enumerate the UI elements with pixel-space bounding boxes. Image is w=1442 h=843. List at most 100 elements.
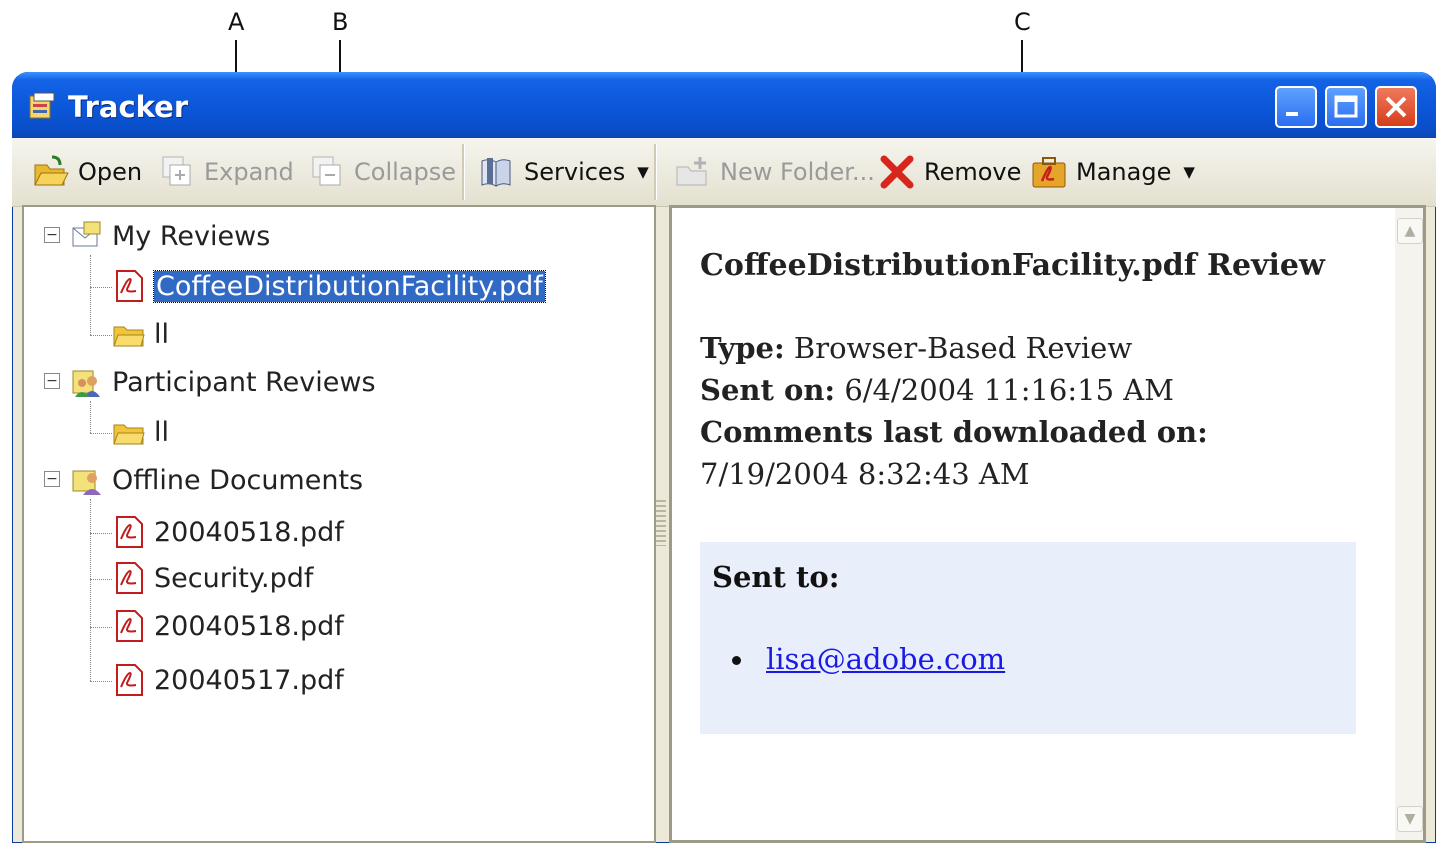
sent-on-value: 6/4/2004 11:16:15 AM xyxy=(844,373,1174,407)
tree-connector xyxy=(90,287,112,288)
tracker-tree-pane[interactable]: − My Reviews CoffeeDistributionFacility.… xyxy=(22,205,656,843)
tree-connector xyxy=(90,401,91,433)
manage-label: Manage xyxy=(1076,158,1172,186)
new-folder-button[interactable]: New Folder... xyxy=(674,138,875,206)
tree-node-pdf[interactable]: 20040518.pdf xyxy=(112,515,344,549)
my-reviews-icon xyxy=(72,221,101,247)
close-icon xyxy=(1385,96,1407,118)
callout-b: B xyxy=(332,8,349,36)
maximize-icon xyxy=(1334,95,1358,118)
tree-connector xyxy=(90,627,112,628)
offline-documents-collapse-toggle[interactable]: − xyxy=(44,471,60,487)
my-reviews-collapse-toggle[interactable]: − xyxy=(44,227,60,243)
tree-node-folder[interactable]: ll xyxy=(112,317,169,351)
tree-node-label: CoffeeDistributionFacility.pdf xyxy=(153,269,546,303)
tree-node-label: 20040518.pdf xyxy=(154,516,344,548)
tree-node-pdf[interactable]: 20040518.pdf xyxy=(112,609,344,643)
review-details-pane: CoffeeDistributionFacility.pdf Review Ty… xyxy=(669,205,1426,843)
new-folder-icon xyxy=(676,157,707,186)
review-comments-downloaded: Comments last downloaded on: 7/19/2004 8… xyxy=(700,411,1360,495)
folder-icon xyxy=(113,326,145,347)
bullet-icon xyxy=(732,656,741,665)
manage-dropdown-icon: ▼ xyxy=(1183,163,1195,181)
manage-button[interactable]: Manage ▼ xyxy=(1030,138,1195,206)
services-label: Services xyxy=(524,158,626,186)
type-value: Browser-Based Review xyxy=(793,331,1133,365)
tree-node-pdf[interactable]: Security.pdf xyxy=(112,561,313,595)
pane-splitter[interactable] xyxy=(656,500,666,546)
review-type: Type: Browser-Based Review xyxy=(700,327,1360,369)
offline-documents-icon xyxy=(72,470,101,495)
comments-value: 7/19/2004 8:32:43 AM xyxy=(700,457,1030,491)
scroll-up-icon[interactable]: ▲ xyxy=(1397,218,1423,244)
tree-node-label: ll xyxy=(154,416,170,448)
pdf-file-icon xyxy=(116,516,143,548)
sent-to-section: Sent to: lisa@adobe.com xyxy=(700,542,1356,734)
remove-label: Remove xyxy=(924,158,1022,186)
comments-label: Comments last downloaded on: xyxy=(700,415,1208,449)
review-details: CoffeeDistributionFacility.pdf Review Ty… xyxy=(700,248,1360,495)
tree-connector xyxy=(90,433,112,434)
pdf-file-icon xyxy=(116,270,143,302)
tree-node-label: Security.pdf xyxy=(154,562,314,594)
open-button[interactable]: Open xyxy=(32,138,142,206)
open-label: Open xyxy=(78,158,143,186)
type-label: Type: xyxy=(700,331,785,365)
tracker-window: Tracker Open Expand Collapse Services ▼ … xyxy=(12,72,1436,843)
toolbar-separator xyxy=(654,144,657,200)
tree-connector xyxy=(90,533,112,534)
manage-briefcase-icon xyxy=(1032,157,1066,188)
new-folder-label: New Folder... xyxy=(720,158,875,186)
pdf-file-icon xyxy=(116,562,143,594)
tree-connector xyxy=(90,335,112,336)
services-button[interactable]: Services ▼ xyxy=(478,138,649,206)
expand-button[interactable]: Expand xyxy=(158,138,294,206)
collapse-button[interactable]: Collapse xyxy=(308,138,456,206)
review-title: CoffeeDistributionFacility.pdf Review xyxy=(700,248,1325,283)
tree-node-folder[interactable]: ll xyxy=(112,415,169,449)
toolbar: Open Expand Collapse Services ▼ New Fold… xyxy=(12,138,1436,207)
sent-on-label: Sent on: xyxy=(700,373,836,407)
tree-node-offline-documents[interactable]: Offline Documents xyxy=(70,463,363,497)
tree-connector xyxy=(90,255,91,335)
vertical-scrollbar[interactable]: ▲ ▼ xyxy=(1395,208,1423,840)
callout-c: C xyxy=(1014,8,1031,36)
recipient-link[interactable]: lisa@adobe.com xyxy=(732,642,1006,676)
collapse-label: Collapse xyxy=(354,158,456,186)
recipient-email: lisa@adobe.com xyxy=(766,642,1006,676)
callout-a: A xyxy=(228,8,245,36)
remove-x-icon xyxy=(880,155,914,189)
review-sent-on: Sent on: 6/4/2004 11:16:15 AM xyxy=(700,369,1360,411)
tree-node-pdf[interactable]: 20040517.pdf xyxy=(112,663,344,697)
services-book-icon xyxy=(481,158,511,187)
tree-connector xyxy=(90,681,112,682)
window-title: Tracker xyxy=(68,90,189,124)
participant-reviews-collapse-toggle[interactable]: − xyxy=(44,373,60,389)
folder-icon xyxy=(113,424,145,445)
maximize-button[interactable] xyxy=(1325,86,1367,128)
tree-node-label: Offline Documents xyxy=(112,464,364,496)
expand-label: Expand xyxy=(204,158,294,186)
remove-button[interactable]: Remove xyxy=(878,138,1021,206)
tree-node-label: Participant Reviews xyxy=(112,366,376,398)
pdf-file-icon xyxy=(116,664,143,696)
expand-icon xyxy=(162,156,191,186)
participant-reviews-icon xyxy=(72,370,100,397)
title-bar[interactable]: Tracker xyxy=(12,72,1436,138)
scroll-down-icon[interactable]: ▼ xyxy=(1397,806,1423,832)
close-button[interactable] xyxy=(1375,86,1417,128)
tree-connector xyxy=(90,579,112,580)
tree-node-coffee-distribution-facility[interactable]: CoffeeDistributionFacility.pdf xyxy=(112,269,546,303)
tracker-app-icon xyxy=(29,92,55,119)
services-dropdown-icon: ▼ xyxy=(637,163,649,181)
pdf-file-icon xyxy=(116,610,143,642)
sent-to-heading: Sent to: xyxy=(712,560,840,594)
collapse-icon xyxy=(312,156,341,186)
tree-node-label: ll xyxy=(154,318,170,350)
minimize-button[interactable] xyxy=(1275,86,1317,128)
minimize-icon xyxy=(1286,112,1298,116)
tree-node-my-reviews[interactable]: My Reviews xyxy=(70,219,270,253)
tree-node-participant-reviews[interactable]: Participant Reviews xyxy=(70,365,376,399)
open-folder-icon xyxy=(34,155,69,186)
tree-connector xyxy=(90,499,91,681)
